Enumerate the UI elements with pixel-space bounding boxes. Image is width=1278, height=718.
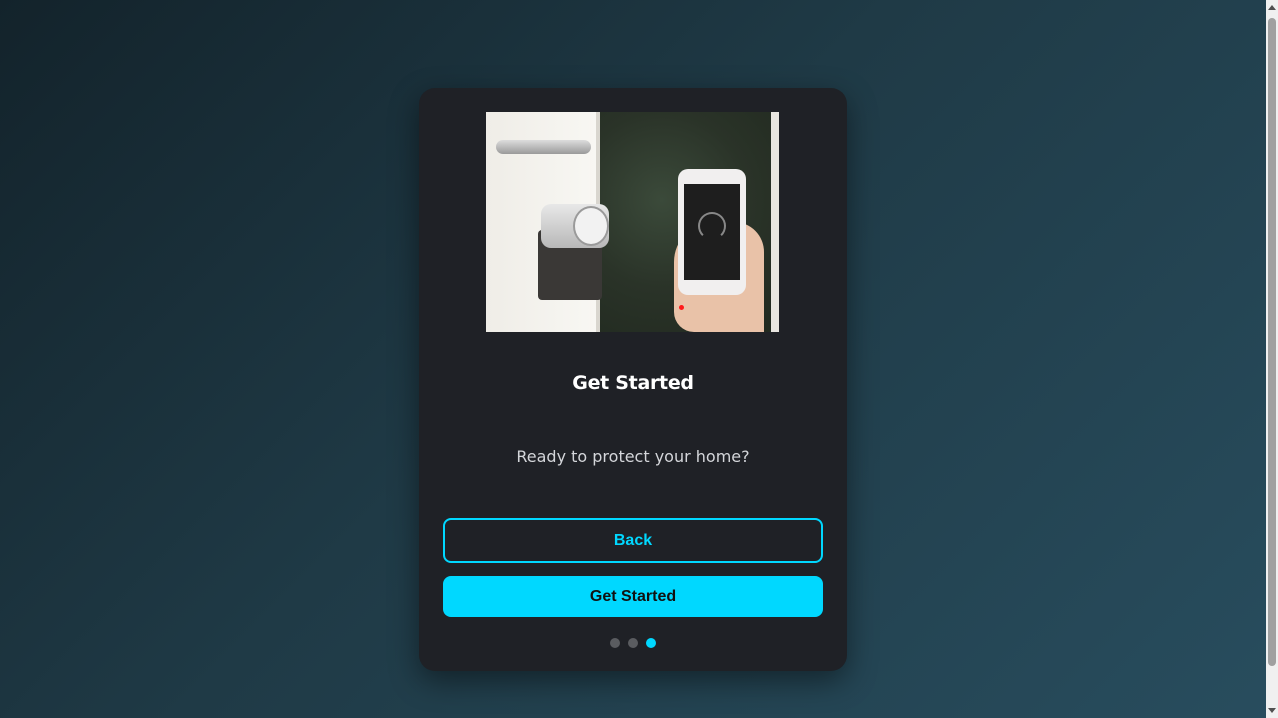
door-handle	[496, 140, 591, 154]
smart-lock-photo	[486, 112, 779, 332]
window-edge	[771, 112, 779, 332]
scroll-up-icon[interactable]	[1268, 5, 1276, 10]
page-title: Get Started	[572, 372, 694, 394]
back-button[interactable]: Back	[443, 518, 823, 563]
onboarding-card: Get Started Ready to protect your home? …	[419, 88, 847, 671]
step-indicator	[419, 638, 847, 648]
subtitle: Ready to protect your home?	[516, 447, 750, 466]
step-dot-1[interactable]	[610, 638, 620, 648]
step-dot-2[interactable]	[628, 638, 638, 648]
lock-knob	[573, 206, 609, 246]
scrollbar-thumb[interactable]	[1268, 18, 1276, 666]
get-started-button[interactable]: Get Started	[443, 576, 823, 617]
step-dot-3-active[interactable]	[646, 638, 656, 648]
gauge-icon	[698, 212, 726, 240]
scrollbar[interactable]	[1266, 0, 1278, 718]
red-dot	[679, 305, 684, 310]
scroll-down-icon[interactable]	[1268, 708, 1276, 713]
